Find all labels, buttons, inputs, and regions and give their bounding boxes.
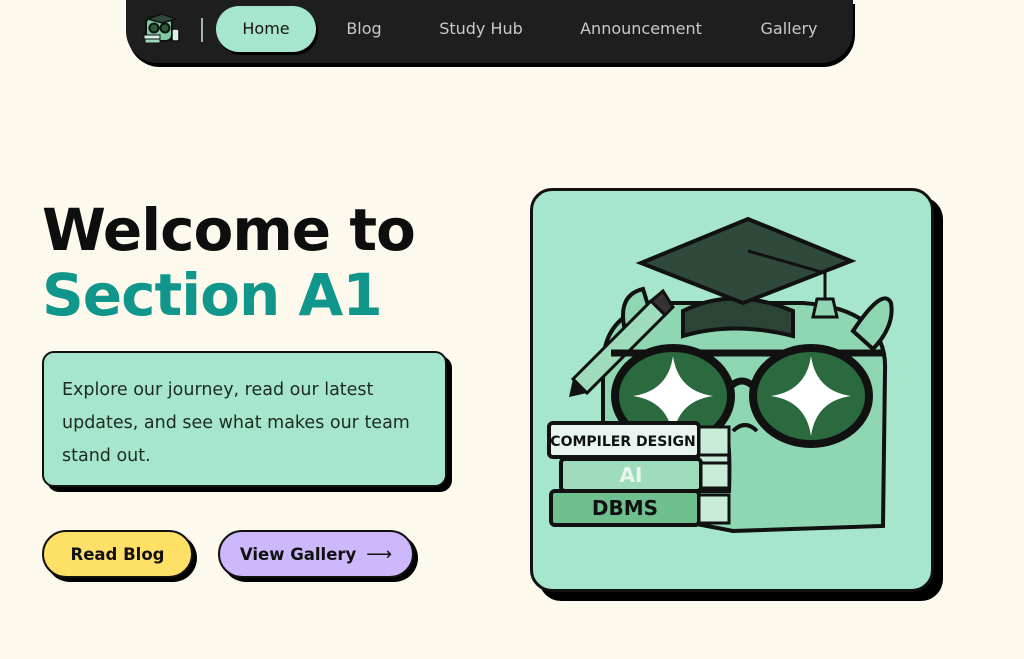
book-label-dbms: DBMS [592,496,658,520]
nav-divider [201,18,203,42]
nav-blog[interactable]: Blog [331,6,397,52]
book-label-compiler: COMPILER DESIGN [550,434,695,450]
hero-description-card: Explore our journey, read our latest upd… [42,351,447,487]
view-gallery-button[interactable]: View Gallery ⟶ [218,530,414,578]
logo-icon[interactable] [142,11,182,47]
mascot-card: COMPILER DESIGN AI DBMS [530,188,934,592]
nav-announcement[interactable]: Announcement [566,6,716,52]
mascot-illustration: COMPILER DESIGN AI DBMS [547,216,894,534]
nav-home[interactable]: Home [216,6,316,52]
arrow-right-icon: ⟶ [366,543,393,565]
read-blog-button[interactable]: Read Blog [42,530,193,578]
nav-study-hub[interactable]: Study Hub [426,6,536,52]
top-nav: Home Blog Study Hub Announcement Gallery [126,0,853,63]
hero-subtitle: Section A1 [42,261,383,329]
nav-gallery[interactable]: Gallery [746,6,832,52]
hero-description: Explore our journey, read our latest upd… [62,380,410,466]
book-label-ai: AI [620,463,643,487]
view-gallery-label: View Gallery [239,544,357,564]
read-blog-label: Read Blog [70,544,165,564]
hero-title: Welcome to [42,196,416,264]
